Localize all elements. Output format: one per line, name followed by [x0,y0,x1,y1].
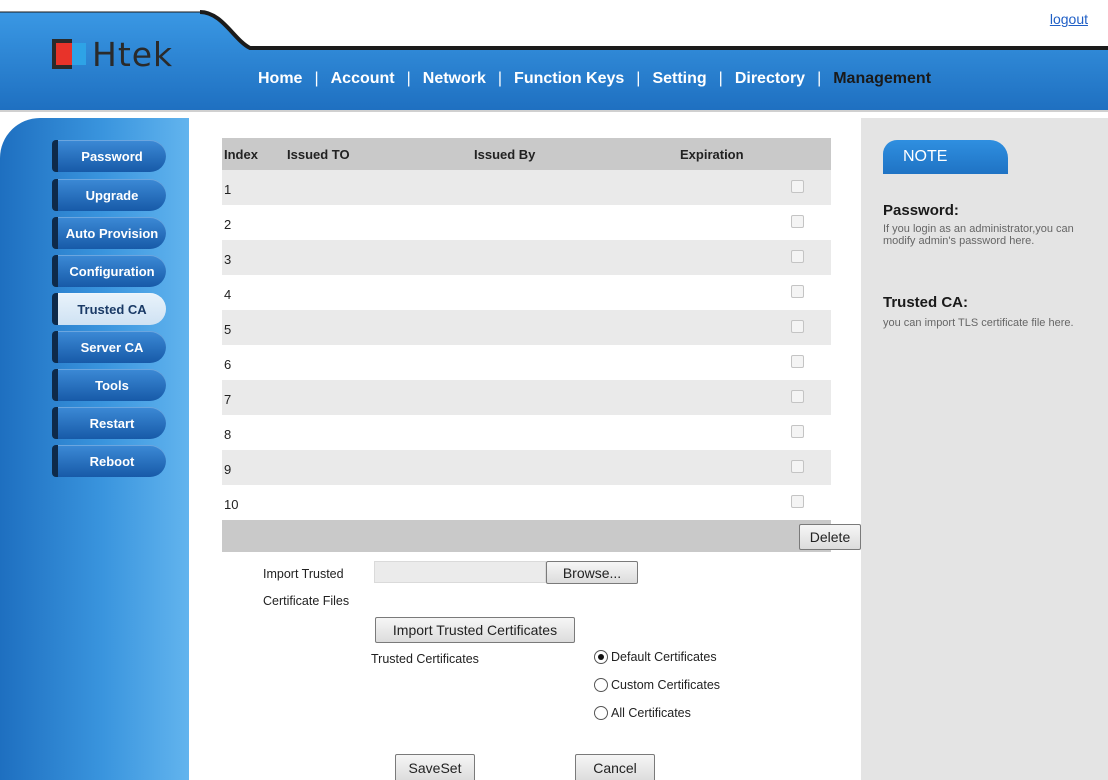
row-checkbox[interactable] [791,390,804,403]
table-row: 10 [222,485,831,520]
radio-label: Custom Certificates [611,678,721,692]
note-trusted-ca-text: you can import TLS certificate file here… [883,317,1074,329]
table-row: 6 [222,345,831,380]
radio-custom-certificates[interactable]: Custom Certificates [594,678,720,692]
cancel-button[interactable]: Cancel [575,754,655,780]
col-index: Index [224,146,258,162]
sidebar-item-restart[interactable]: Restart [52,407,166,439]
row-index: 9 [224,462,232,477]
table-row: 4 [222,275,831,310]
nav-separator: | [497,70,503,87]
row-checkbox[interactable] [791,460,804,473]
nav-separator: | [718,70,723,87]
delete-button[interactable]: Delete [799,524,861,550]
radio-checked-icon[interactable] [594,650,608,664]
radio-label: Default Certificates [611,650,717,664]
row-index: 10 [224,497,239,512]
table-row: 3 [222,240,831,275]
col-expiration: Expiration [680,146,744,162]
trusted-certificates-label: Trusted Certificates [371,652,479,666]
row-checkbox[interactable] [791,285,804,298]
table-header: Index Issued TO Issued By Expiration [222,138,831,170]
logo-mark-icon [52,39,90,69]
table-row: 5 [222,310,831,345]
note-panel: NOTE Password: If you login as an admini… [861,118,1108,780]
sidebar-item-configuration[interactable]: Configuration [52,255,166,287]
nav-separator: | [817,70,822,87]
table-row: 9 [222,450,831,485]
sidebar-item-password[interactable]: Password [52,140,166,172]
sidebar-item-upgrade[interactable]: Upgrade [52,179,166,211]
note-password-text: If you login as an administrator,you can… [883,223,1074,247]
sidebar-item-tools[interactable]: Tools [52,369,166,401]
table-row: 7 [222,380,831,415]
saveset-button[interactable]: SaveSet [395,754,475,780]
row-index: 5 [224,322,232,337]
top-nav: Home | Account | Network | Function Keys… [258,70,931,88]
nav-home[interactable]: Home [258,70,302,88]
sidebar-item-reboot[interactable]: Reboot [52,445,166,477]
radio-default-certificates[interactable]: Default Certificates [594,650,717,664]
row-index: 7 [224,392,232,407]
table-row: 8 [222,415,831,450]
row-index: 1 [224,182,232,197]
col-issued-by: Issued By [474,146,536,162]
page: logout Htek Home | Account | Network | F… [0,0,1108,780]
import-label-line2: Certificate Files [263,594,350,608]
row-checkbox[interactable] [791,215,804,228]
main-content: Index Issued TO Issued By Expiration 1 2… [189,118,861,780]
import-trusted-certificates-button[interactable]: Import Trusted Certificates [375,617,575,643]
row-index: 4 [224,287,232,302]
radio-unchecked-icon[interactable] [594,678,608,692]
import-label-line1: Import Trusted [263,567,344,581]
row-checkbox[interactable] [791,495,804,508]
file-path-field[interactable] [374,561,546,583]
note-tab: NOTE [883,140,1008,174]
sidebar-item-trusted-ca[interactable]: Trusted CA [52,293,166,325]
table-footer: Delete [222,520,861,552]
sidebar-item-server-ca[interactable]: Server CA [52,331,166,363]
note-trusted-ca-title: Trusted CA: [883,294,969,311]
nav-function-keys[interactable]: Function Keys [514,70,624,88]
nav-directory[interactable]: Directory [735,70,805,88]
nav-separator: | [314,70,319,87]
row-index: 6 [224,357,232,372]
browse-button[interactable]: Browse... [546,561,638,584]
row-index: 2 [224,217,232,232]
sidebar: Password Upgrade Auto Provision Configur… [0,118,189,780]
row-checkbox[interactable] [791,320,804,333]
nav-account[interactable]: Account [331,70,395,88]
row-index: 3 [224,252,232,267]
logo-text: Htek [92,34,174,74]
table-row: 1 [222,170,831,205]
header: logout Htek Home | Account | Network | F… [0,0,1108,114]
radio-all-certificates[interactable]: All Certificates [594,706,691,720]
row-checkbox[interactable] [791,180,804,193]
logout-link[interactable]: logout [1050,11,1088,27]
nav-setting[interactable]: Setting [652,70,706,88]
nav-separator: | [636,70,641,87]
radio-label: All Certificates [611,706,691,720]
note-password-title: Password: [883,202,959,219]
nav-management[interactable]: Management [833,70,931,88]
row-checkbox[interactable] [791,355,804,368]
table-row: 2 [222,205,831,240]
nav-network[interactable]: Network [423,70,486,88]
htek-logo: Htek [52,36,173,72]
sidebar-item-auto-provision[interactable]: Auto Provision [52,217,166,249]
row-checkbox[interactable] [791,250,804,263]
row-index: 8 [224,427,232,442]
col-issued-to: Issued TO [287,146,350,162]
nav-separator: | [406,70,411,87]
certificate-table: Index Issued TO Issued By Expiration 1 2… [222,138,861,552]
radio-unchecked-icon[interactable] [594,706,608,720]
row-checkbox[interactable] [791,425,804,438]
